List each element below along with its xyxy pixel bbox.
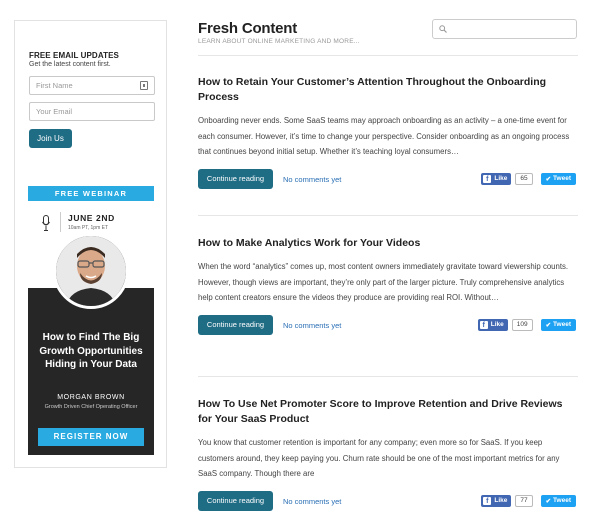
like-label: Like xyxy=(494,175,508,183)
post-divider xyxy=(198,376,578,377)
post-item: How to Retain Your Customer’s Attention … xyxy=(198,75,578,189)
search-icon xyxy=(439,25,447,33)
post-title[interactable]: How to Make Analytics Work for Your Vide… xyxy=(198,236,578,251)
join-us-button[interactable]: Join Us xyxy=(29,129,72,148)
twitter-bird-icon: ✔ xyxy=(545,497,552,505)
email-placeholder: Your Email xyxy=(36,107,72,116)
webinar-time: 10am PT, 1pm ET xyxy=(68,225,109,231)
share-buttons: f Like 65 ✔ Tweet xyxy=(481,172,576,185)
microphone-icon xyxy=(42,215,50,231)
signup-subtitle: Get the latest content first. xyxy=(29,61,111,68)
tweet-label: Tweet xyxy=(553,175,571,183)
post-item: How To Use Net Promoter Score to Improve… xyxy=(198,397,578,511)
email-input[interactable]: Your Email xyxy=(29,102,155,121)
share-buttons: f Like 77 ✔ Tweet xyxy=(481,494,576,507)
like-label: Like xyxy=(490,321,504,329)
post-title[interactable]: How to Retain Your Customer’s Attention … xyxy=(198,75,578,105)
facebook-like-button[interactable]: f Like xyxy=(481,494,512,507)
facebook-icon: f xyxy=(483,174,492,183)
continue-reading-button[interactable]: Continue reading xyxy=(198,314,273,335)
content-header: Fresh Content LEARN ABOUT ONLINE MARKETI… xyxy=(198,19,578,56)
like-label: Like xyxy=(494,497,508,505)
sidebar: FREE EMAIL UPDATES Get the latest conten… xyxy=(14,20,167,468)
webinar-ad[interactable]: FREE WEBINAR JUNE 2ND 10am PT, 1pm ET Ho… xyxy=(28,186,154,455)
speaker-portrait xyxy=(56,236,126,306)
tweet-label: Tweet xyxy=(553,321,571,329)
contact-card-icon xyxy=(140,81,148,90)
tweet-label: Tweet xyxy=(553,497,571,505)
twitter-bird-icon: ✔ xyxy=(545,175,552,183)
tweet-button[interactable]: ✔ Tweet xyxy=(540,318,576,331)
like-count: 65 xyxy=(515,172,533,185)
post-excerpt: Onboarding never ends. Some SaaS teams m… xyxy=(198,116,570,157)
page-subtitle: LEARN ABOUT ONLINE MARKETING AND MORE... xyxy=(198,38,360,45)
post-actions: Continue reading No comments yet f Like … xyxy=(198,168,578,189)
facebook-icon: f xyxy=(479,320,488,329)
register-now-button[interactable]: REGISTER NOW xyxy=(38,428,144,446)
email-signup: FREE EMAIL UPDATES Get the latest conten… xyxy=(15,21,166,148)
webinar-title: How to Find The Big Growth Opportunities… xyxy=(39,332,143,370)
post-title[interactable]: How To Use Net Promoter Score to Improve… xyxy=(198,397,578,427)
speaker-name: MORGAN BROWN xyxy=(57,394,125,401)
speaker-photo xyxy=(53,233,129,309)
post-actions: Continue reading No comments yet f Like … xyxy=(198,490,578,511)
share-buttons: f Like 109 ✔ Tweet xyxy=(477,318,576,331)
comments-link[interactable]: No comments yet xyxy=(283,321,341,330)
search-input[interactable] xyxy=(432,19,577,39)
comments-link[interactable]: No comments yet xyxy=(283,175,341,184)
webinar-divider xyxy=(60,212,61,232)
facebook-like-button[interactable]: f Like xyxy=(477,318,508,331)
tweet-button[interactable]: ✔ Tweet xyxy=(540,172,576,185)
twitter-bird-icon: ✔ xyxy=(545,321,552,329)
post-divider xyxy=(198,215,578,216)
tweet-button[interactable]: ✔ Tweet xyxy=(540,494,576,507)
post-actions: Continue reading No comments yet f Like … xyxy=(198,314,578,335)
like-count: 109 xyxy=(511,318,533,331)
continue-reading-button[interactable]: Continue reading xyxy=(198,168,273,189)
speaker-role: Growth Driven Chief Operating Officer xyxy=(44,404,138,410)
facebook-like-button[interactable]: f Like xyxy=(481,172,512,185)
like-count: 77 xyxy=(515,494,533,507)
continue-reading-button[interactable]: Continue reading xyxy=(198,490,273,511)
webinar-date: JUNE 2ND xyxy=(68,213,115,223)
first-name-placeholder: First Name xyxy=(36,81,73,90)
post-item: How to Make Analytics Work for Your Vide… xyxy=(198,236,578,335)
comments-link[interactable]: No comments yet xyxy=(283,497,341,506)
first-name-input[interactable]: First Name xyxy=(29,76,155,95)
webinar-banner: FREE WEBINAR xyxy=(28,186,154,201)
post-excerpt: When the word “analytics” comes up, most… xyxy=(198,262,569,303)
signup-title: FREE EMAIL UPDATES xyxy=(29,51,119,60)
post-excerpt: You know that customer retention is impo… xyxy=(198,438,560,479)
facebook-icon: f xyxy=(483,496,492,505)
